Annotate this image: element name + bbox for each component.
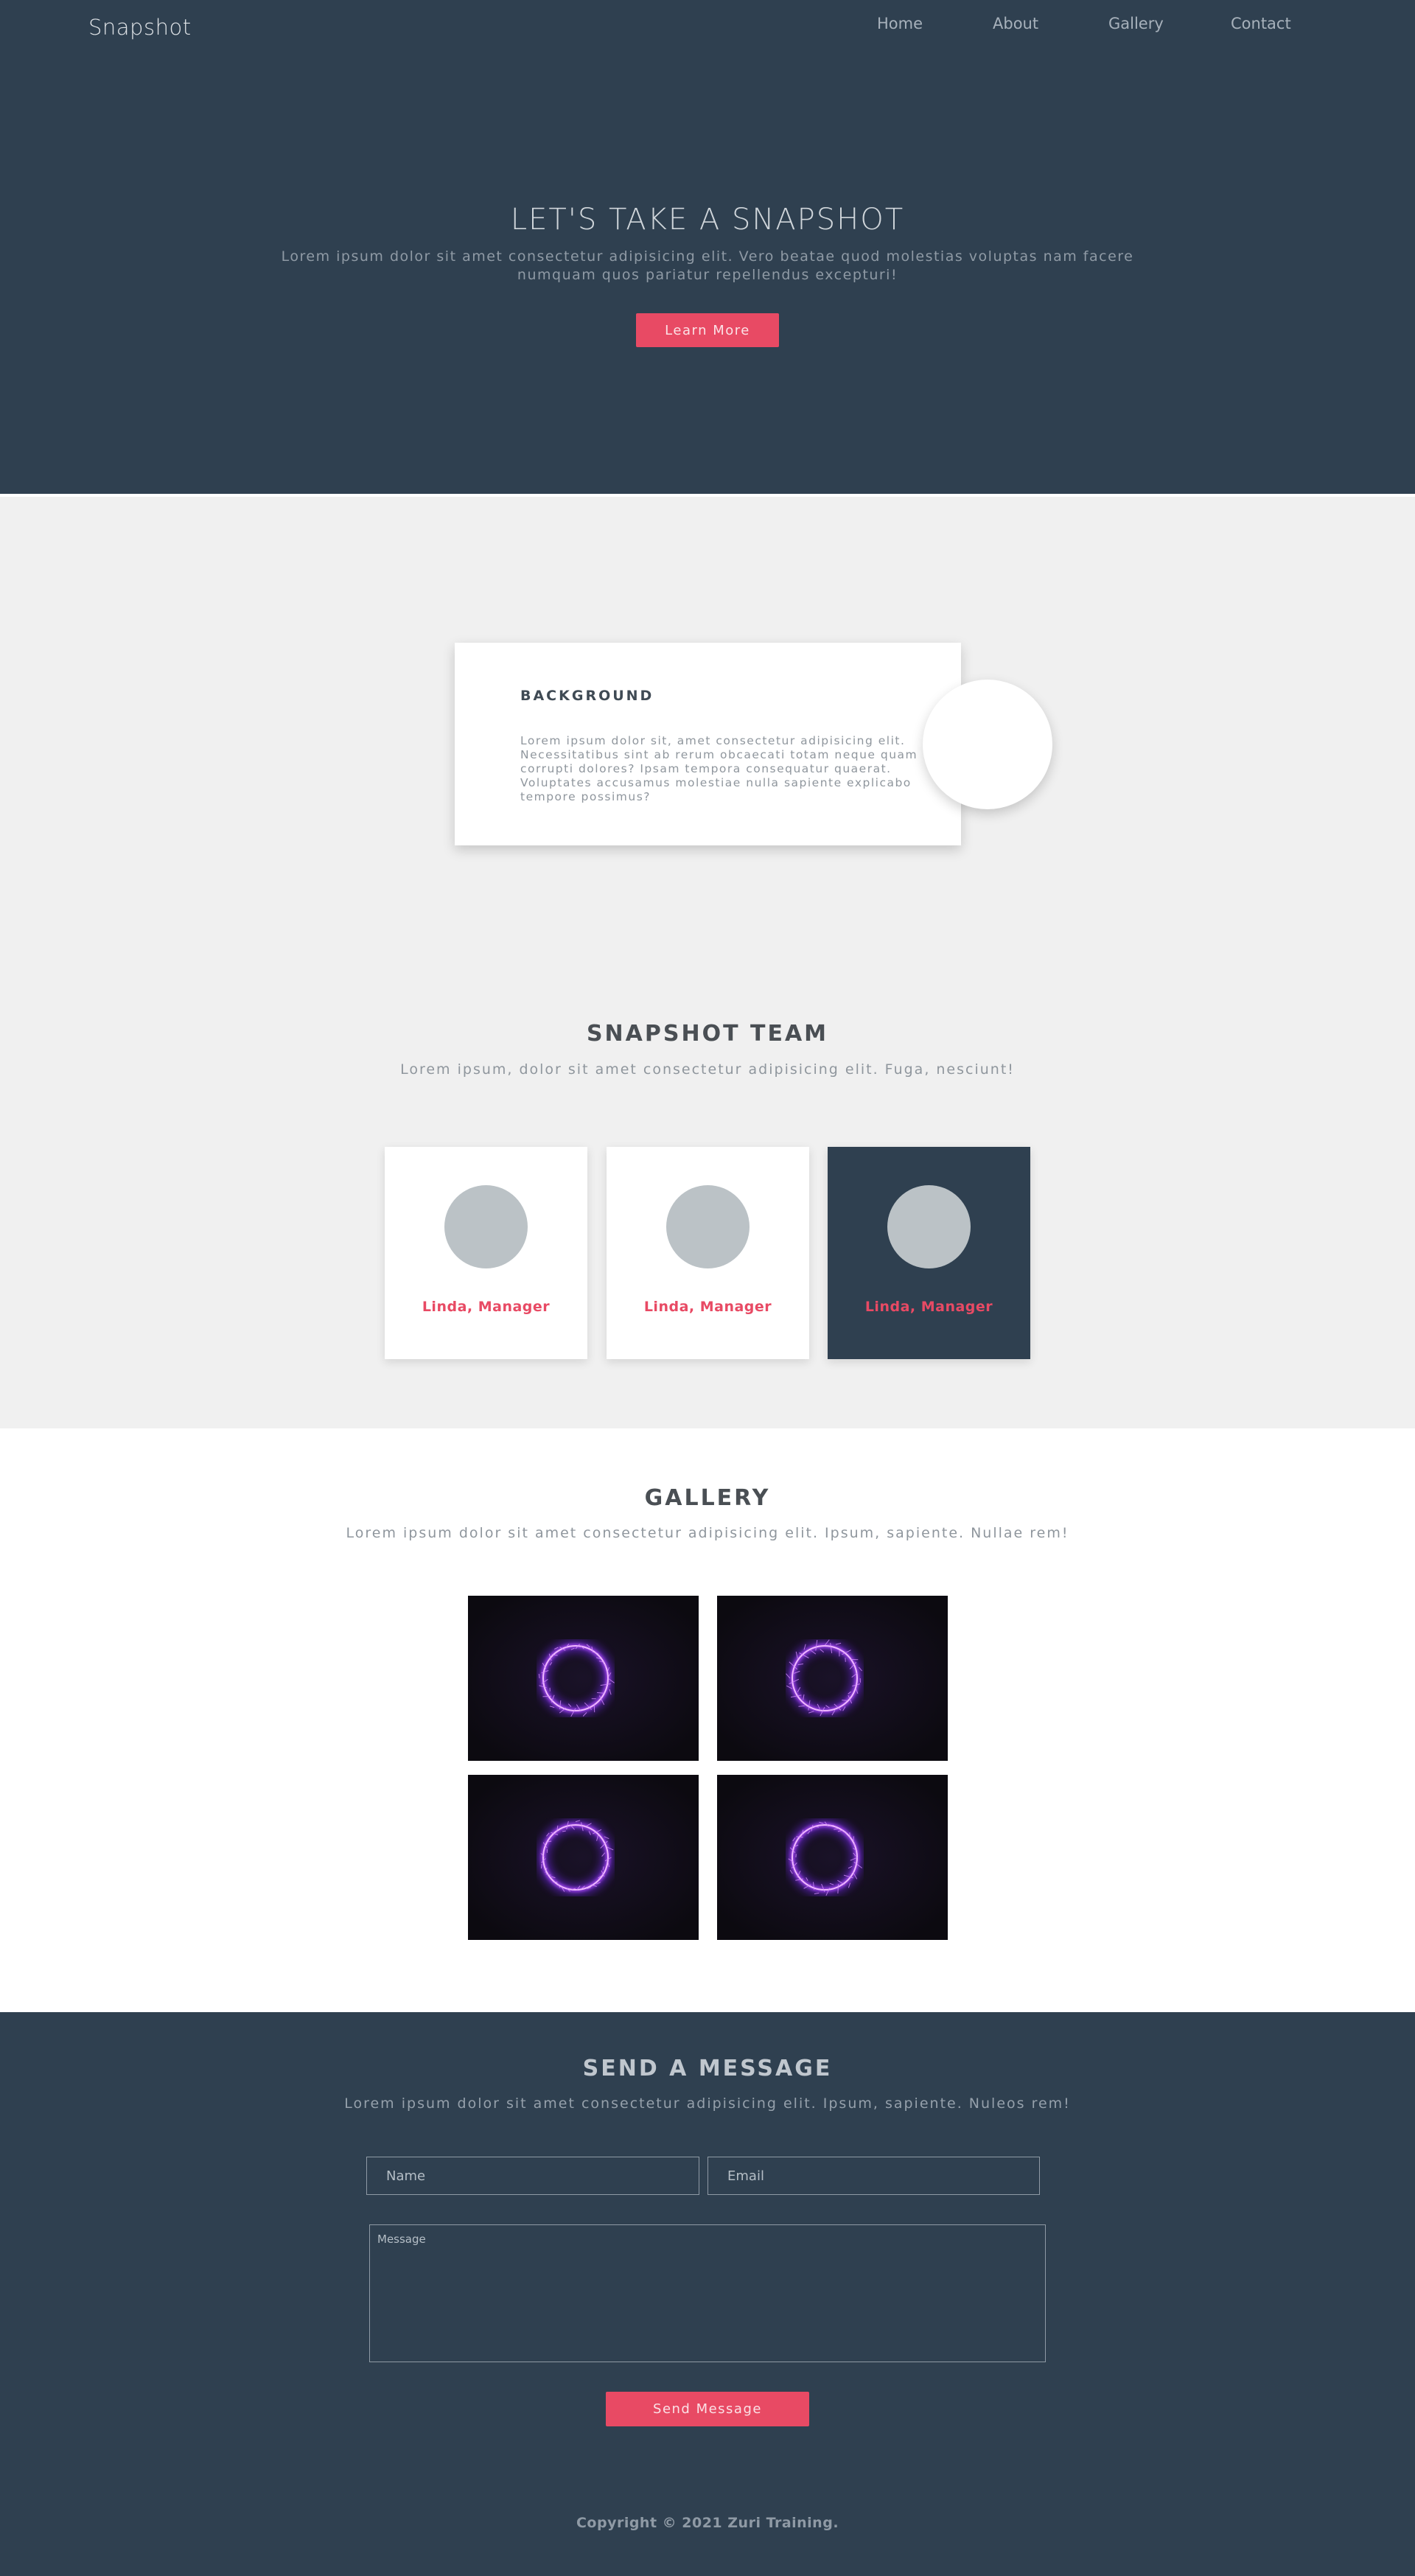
gallery-title: GALLERY [644,1485,771,1511]
energy-ring-artwork [717,1596,948,1761]
hero-title: LET'S TAKE A SNAPSHOT [510,203,905,237]
avatar [666,1185,750,1268]
team-member-name: Linda, Manager [422,1299,551,1315]
email-field[interactable] [708,2157,1040,2195]
send-message-button[interactable]: Send Message [606,2392,809,2426]
main-nav: Home About Gallery Contact [0,15,1415,37]
energy-ring-artwork [468,1775,699,1940]
contact-title: SEND A MESSAGE [582,2056,833,2081]
energy-ring-artwork [717,1775,948,1940]
gallery-subtitle: Lorem ipsum dolor sit amet consectetur a… [346,1525,1069,1541]
gallery-image[interactable] [468,1596,699,1761]
team-member-name: Linda, Manager [643,1299,772,1315]
nav-link-about[interactable]: About [993,15,1038,32]
gallery-image[interactable] [717,1596,948,1761]
team-card[interactable]: Linda, Manager [607,1147,809,1359]
background-card: BACKGROUND Lorem ipsum dolor sit, amet c… [455,643,961,845]
team-title: SNAPSHOT TEAM [586,1021,829,1047]
team-card[interactable]: Linda, Manager [385,1147,587,1359]
learn-more-button[interactable]: Learn More [636,313,779,347]
background-text: Lorem ipsum dolor sit, amet consectetur … [520,734,918,803]
team-card-active[interactable]: Linda, Manager [828,1147,1030,1359]
avatar [444,1185,528,1268]
nav-link-gallery[interactable]: Gallery [1108,15,1164,32]
message-field[interactable] [369,2224,1046,2362]
nav-link-home[interactable]: Home [877,15,923,32]
avatar [887,1185,971,1268]
gallery-image[interactable] [468,1775,699,1940]
background-circle-image [923,680,1052,809]
gallery-section [0,1428,1415,2012]
hero-subtitle: Lorem ipsum dolor sit amet consectetur a… [281,248,1134,283]
contact-subtitle: Lorem ipsum dolor sit amet consectetur a… [344,2095,1071,2112]
gallery-image[interactable] [717,1775,948,1940]
footer-copyright: Copyright © 2021 Zuri Training. [576,2515,839,2531]
name-field[interactable] [366,2157,699,2195]
nav-link-contact[interactable]: Contact [1231,15,1291,32]
team-subtitle: Lorem ipsum, dolor sit amet consectetur … [400,1061,1015,1078]
energy-ring-artwork [468,1596,699,1761]
background-title: BACKGROUND [520,688,654,704]
team-member-name: Linda, Manager [864,1299,993,1315]
